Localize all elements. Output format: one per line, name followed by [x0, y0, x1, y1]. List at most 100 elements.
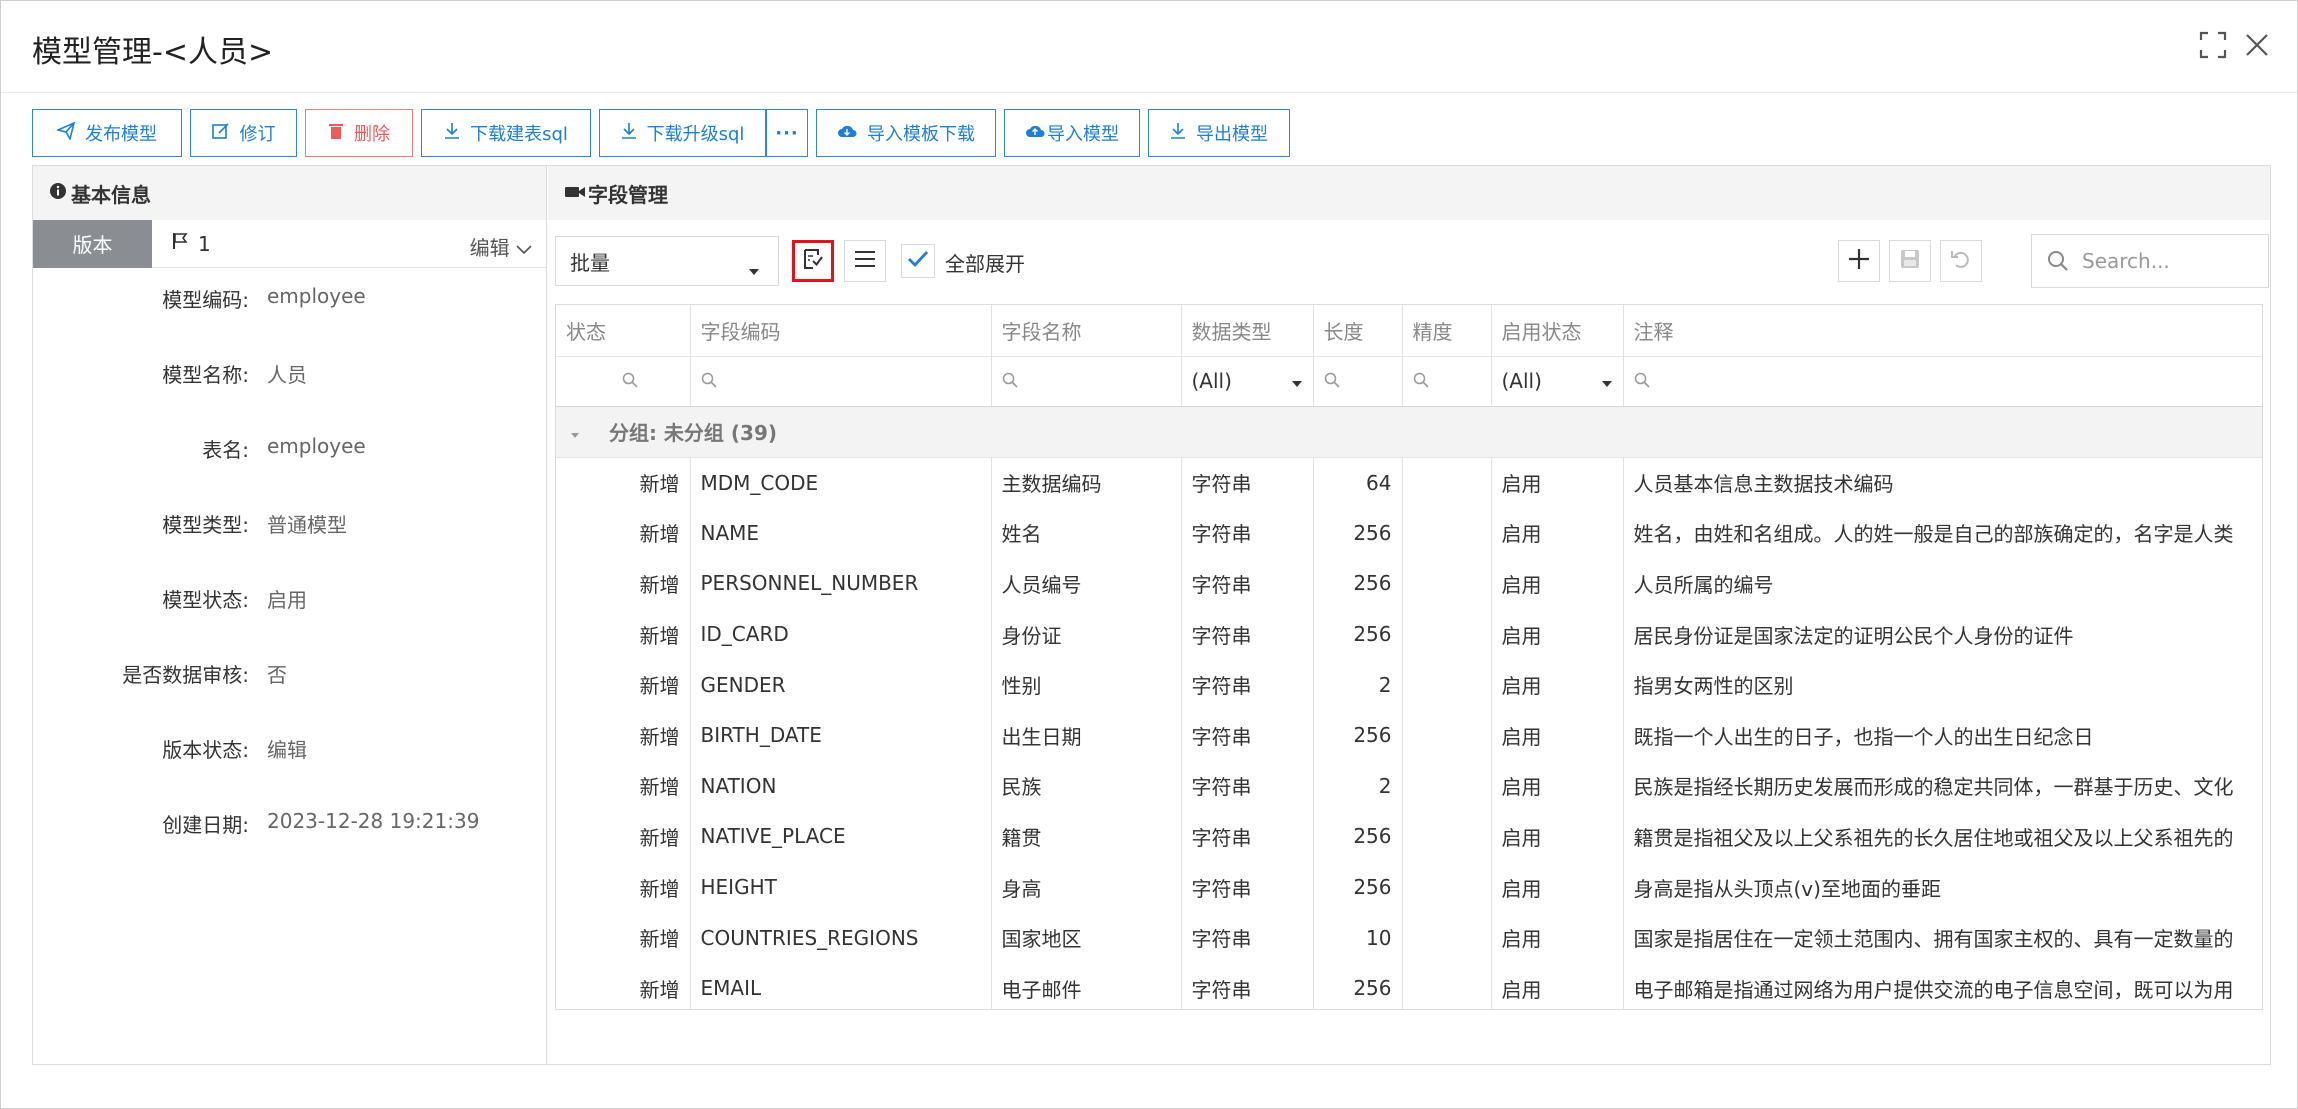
cell-field-name[interactable]: 性别	[991, 659, 1182, 710]
filter-field-name[interactable]	[991, 356, 1182, 407]
table-row[interactable]: 新增 NAME 姓名 字符串 256 启用 姓名，由姓和名组成。人的姓一般是自己的部族确定的…	[556, 507, 2262, 559]
cell-enabled[interactable]: 启用	[1491, 962, 1624, 1009]
cell-field-name[interactable]: 民族	[991, 760, 1182, 812]
cell-length[interactable]: 64	[1313, 457, 1403, 508]
cell-data-type[interactable]: 字符串	[1181, 659, 1314, 710]
cell-field-code[interactable]: MDM_CODE	[690, 457, 992, 508]
cell-status[interactable]: 新增	[556, 709, 691, 761]
table-row[interactable]: 新增 BIRTH_DATE 出生日期 字符串 256 启用 既指一个人出生的日子，也指一个人…	[556, 709, 2262, 761]
cell-precision[interactable]	[1402, 507, 1492, 559]
cell-length[interactable]: 256	[1313, 558, 1403, 609]
filter-remark[interactable]	[1623, 356, 2262, 407]
export-model-button[interactable]: 导出模型	[1148, 109, 1290, 157]
column-header-field-code[interactable]: 字段编码	[690, 305, 992, 357]
column-header-field-name[interactable]: 字段名称	[991, 305, 1182, 357]
cell-data-type[interactable]: 字符串	[1181, 760, 1314, 812]
cell-remark[interactable]: 既指一个人出生的日子，也指一个人的出生日纪念日	[1623, 710, 2262, 761]
cell-field-name[interactable]: 人员编号	[991, 558, 1182, 609]
cell-remark[interactable]: 居民身份证是国家法定的证明公民个人身份的证件	[1623, 609, 2262, 660]
group-row[interactable]: 分组: 未分组 (39)	[556, 406, 2262, 458]
cell-remark[interactable]: 人员所属的编号	[1623, 558, 2262, 609]
cell-remark[interactable]: 电子邮箱是指通过网络为用户提供交流的电子信息空间，既可以为用	[1623, 963, 2262, 1009]
column-header-precision[interactable]: 精度	[1402, 305, 1492, 357]
list-view-button[interactable]	[844, 240, 886, 282]
cell-field-code[interactable]: NAME	[690, 507, 992, 559]
cell-field-code[interactable]: ID_CARD	[690, 608, 992, 660]
cell-field-code[interactable]: HEIGHT	[690, 861, 992, 913]
table-row[interactable]: 新增 GENDER 性别 字符串 2 启用 指男女两性的区别	[556, 659, 2262, 710]
cell-data-type[interactable]: 字符串	[1181, 558, 1314, 609]
table-row[interactable]: 新增 COUNTRIES_REGIONS 国家地区 字符串 10 启用 国家是指居住在一定领…	[556, 912, 2262, 963]
cell-enabled[interactable]: 启用	[1491, 558, 1624, 609]
batch-select[interactable]: 批量	[555, 236, 779, 286]
cell-field-name[interactable]: 身高	[991, 861, 1182, 913]
cell-remark[interactable]: 人员基本信息主数据技术编码	[1623, 457, 2262, 508]
cell-enabled[interactable]: 启用	[1491, 608, 1624, 660]
table-row[interactable]: 新增 PERSONNEL_NUMBER 人员编号 字符串 256 启用 人员所属的编号	[556, 558, 2262, 609]
cell-precision[interactable]	[1402, 912, 1492, 963]
cell-enabled[interactable]: 启用	[1491, 912, 1624, 963]
table-row[interactable]: 新增 EMAIL 电子邮件 字符串 256 启用 电子邮箱是指通过网络为用户提供交流的电子信…	[556, 962, 2262, 1009]
cell-length[interactable]: 256	[1313, 507, 1403, 559]
cell-precision[interactable]	[1402, 608, 1492, 660]
cell-field-code[interactable]: COUNTRIES_REGIONS	[690, 912, 992, 963]
cell-length[interactable]: 256	[1313, 811, 1403, 862]
cell-length[interactable]: 2	[1313, 659, 1403, 710]
cell-field-code[interactable]: NATIVE_PLACE	[690, 811, 992, 862]
cell-remark[interactable]: 指男女两性的区别	[1623, 659, 2262, 710]
table-row[interactable]: 新增 NATIVE_PLACE 籍贯 字符串 256 启用 籍贯是指祖父及以上父系祖先的长久…	[556, 811, 2262, 862]
column-header-data-type[interactable]: 数据类型	[1181, 305, 1314, 357]
filter-status[interactable]	[556, 356, 691, 407]
cell-precision[interactable]	[1402, 962, 1492, 1009]
caret-down-icon[interactable]	[570, 421, 587, 445]
cell-status[interactable]: 新增	[556, 760, 691, 812]
table-row[interactable]: 新增 HEIGHT 身高 字符串 256 启用 身高是指从头顶点(v)至地面的垂距	[556, 861, 2262, 913]
cell-length[interactable]: 256	[1313, 861, 1403, 913]
cell-field-code[interactable]: BIRTH_DATE	[690, 709, 992, 761]
version-tab[interactable]: 版本	[33, 219, 152, 268]
cell-precision[interactable]	[1402, 760, 1492, 812]
cell-data-type[interactable]: 字符串	[1181, 861, 1314, 913]
download-upgrade-sql-button[interactable]: 下载升级sql	[599, 109, 766, 157]
cell-remark[interactable]: 身高是指从头顶点(v)至地面的垂距	[1623, 862, 2262, 913]
filter-field-code[interactable]	[690, 356, 992, 407]
cell-precision[interactable]	[1402, 709, 1492, 761]
cell-remark[interactable]: 国家是指居住在一定领土范围内、拥有国家主权的、具有一定数量的	[1623, 912, 2262, 963]
cell-length[interactable]: 10	[1313, 912, 1403, 963]
cell-precision[interactable]	[1402, 861, 1492, 913]
import-template-download-button[interactable]: 导入模板下载	[816, 109, 996, 157]
more-options-button[interactable]: ···	[766, 109, 808, 157]
maximize-icon[interactable]	[2197, 29, 2229, 61]
cell-status[interactable]: 新增	[556, 659, 691, 710]
cell-remark[interactable]: 民族是指经长期历史发展而形成的稳定共同体，一群基于历史、文化	[1623, 761, 2262, 812]
cell-field-code[interactable]: PERSONNEL_NUMBER	[690, 558, 992, 609]
cell-field-name[interactable]: 国家地区	[991, 912, 1182, 963]
expand-all-checkbox[interactable]	[901, 244, 935, 278]
cell-enabled[interactable]: 启用	[1491, 507, 1624, 559]
column-header-enabled[interactable]: 启用状态	[1491, 305, 1624, 357]
cell-data-type[interactable]: 字符串	[1181, 962, 1314, 1009]
column-header-length[interactable]: 长度	[1313, 305, 1403, 357]
table-row[interactable]: 新增 MDM_CODE 主数据编码 字符串 64 启用 人员基本信息主数据技术编码	[556, 457, 2262, 508]
filter-enabled[interactable]: (All)	[1491, 356, 1624, 407]
cell-remark[interactable]: 姓名，由姓和名组成。人的姓一般是自己的部族确定的，名字是人类	[1623, 508, 2262, 559]
cell-enabled[interactable]: 启用	[1491, 709, 1624, 761]
cell-field-name[interactable]: 身份证	[991, 608, 1182, 660]
cell-data-type[interactable]: 字符串	[1181, 608, 1314, 660]
cell-enabled[interactable]: 启用	[1491, 659, 1624, 710]
cell-status[interactable]: 新增	[556, 457, 691, 508]
import-model-button[interactable]: 导入模型	[1004, 109, 1140, 157]
cell-data-type[interactable]: 字符串	[1181, 912, 1314, 963]
edit-dropdown[interactable]: 编辑	[470, 232, 532, 261]
cell-length[interactable]: 256	[1313, 709, 1403, 761]
search-field[interactable]	[2031, 234, 2269, 288]
save-button[interactable]	[1889, 240, 1931, 282]
cell-field-name[interactable]: 姓名	[991, 507, 1182, 559]
cell-field-name[interactable]: 电子邮件	[991, 962, 1182, 1009]
batch-check-button[interactable]	[792, 240, 834, 282]
cell-enabled[interactable]: 启用	[1491, 760, 1624, 812]
cell-field-code[interactable]: EMAIL	[690, 962, 992, 1009]
search-input[interactable]	[2080, 248, 2250, 274]
column-header-remark[interactable]: 注释	[1623, 305, 2262, 357]
cell-field-code[interactable]: NATION	[690, 760, 992, 812]
